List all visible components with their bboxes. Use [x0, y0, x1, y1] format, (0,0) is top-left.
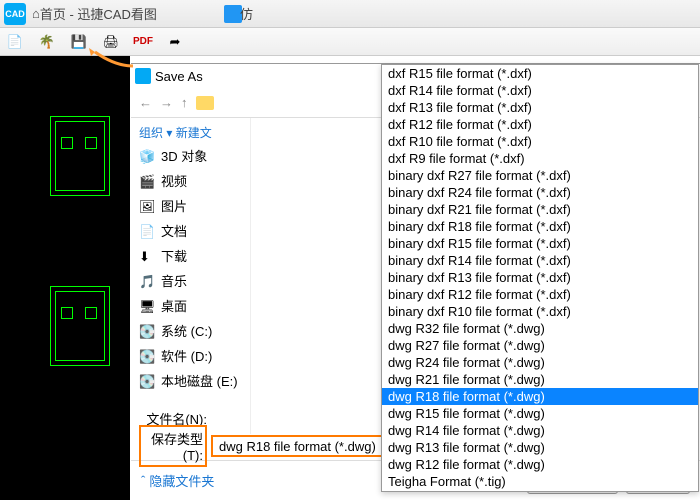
- sidebar-item-icon: 🧊: [139, 149, 155, 163]
- sidebar-item-icon: 🎬: [139, 174, 155, 188]
- format-option[interactable]: binary dxf R13 file format (*.dxf): [382, 269, 698, 286]
- dialog-icon: [135, 68, 151, 84]
- format-option[interactable]: binary dxf R15 file format (*.dxf): [382, 235, 698, 252]
- format-option[interactable]: binary dxf R21 file format (*.dxf): [382, 201, 698, 218]
- sidebar-item-label: 桌面: [161, 296, 187, 315]
- sidebar-item[interactable]: 🖥 桌面: [131, 293, 250, 318]
- sidebar-item-label: 文档: [161, 221, 187, 240]
- format-option[interactable]: dxf R9 file format (*.dxf): [382, 150, 698, 167]
- format-option[interactable]: dwg R12 file format (*.dwg): [382, 456, 698, 473]
- format-option[interactable]: dwg R15 file format (*.dwg): [382, 405, 698, 422]
- new-doc-icon[interactable]: 📄: [6, 33, 24, 51]
- save-as-dialog: Save As ← → ↑ 组织 ▾ 新建文 🧊 3D 对象 🎬 视频 🖼 图片 📄 文档 ⬇ 下…: [131, 63, 700, 500]
- sidebar-item[interactable]: 💽 本地磁盘 (E:): [131, 368, 250, 393]
- home-breadcrumb[interactable]: ⌂ 首页 - 迅捷CAD看图: [32, 4, 157, 23]
- palm-icon[interactable]: 🌴: [38, 33, 56, 51]
- format-option[interactable]: dwg R13 file format (*.dwg): [382, 439, 698, 456]
- format-option[interactable]: dxf R10 file format (*.dxf): [382, 133, 698, 150]
- filetype-value: dwg R18 file format (*.dwg): [219, 439, 376, 454]
- chevron-up-icon: ˆ: [141, 473, 145, 488]
- format-dropdown[interactable]: dxf R15 file format (*.dxf)dxf R14 file …: [381, 64, 699, 492]
- sidebar-item-label: 音乐: [161, 271, 187, 290]
- nav-up-icon[interactable]: ↑: [181, 95, 188, 110]
- dialog-title: Save As: [155, 69, 203, 84]
- sidebar-item[interactable]: 🖼 图片: [131, 193, 250, 218]
- sim-label: 仿: [240, 4, 253, 23]
- sidebar-item-label: 3D 对象: [161, 146, 207, 165]
- sidebar-item-icon: 🎵: [139, 274, 155, 288]
- sidebar-item[interactable]: 💽 系统 (C:): [131, 318, 250, 343]
- format-option[interactable]: dwg R32 file format (*.dwg): [382, 320, 698, 337]
- format-option[interactable]: Drawings Stream Format (*.dsf): [382, 490, 698, 492]
- filetype-label: 保存类型(T):: [139, 425, 207, 467]
- format-option[interactable]: dwg R14 file format (*.dwg): [382, 422, 698, 439]
- format-option[interactable]: binary dxf R18 file format (*.dxf): [382, 218, 698, 235]
- sidebar-item[interactable]: 📄 文档: [131, 218, 250, 243]
- sidebar-item-icon: ⬇: [139, 249, 155, 263]
- app-title: 首页 - 迅捷CAD看图: [40, 4, 157, 23]
- sidebar-item-label: 视频: [161, 171, 187, 190]
- format-option[interactable]: dxf R15 file format (*.dxf): [382, 65, 698, 82]
- format-option[interactable]: dwg R27 file format (*.dwg): [382, 337, 698, 354]
- sidebar-item-icon: 📄: [139, 224, 155, 238]
- format-option[interactable]: dwg R24 file format (*.dwg): [382, 354, 698, 371]
- hide-folders-toggle[interactable]: ˆ 隐藏文件夹: [141, 471, 214, 490]
- nav-fwd-icon[interactable]: →: [160, 95, 173, 110]
- format-option[interactable]: dwg R21 file format (*.dwg): [382, 371, 698, 388]
- sidebar-item[interactable]: ⬇ 下载: [131, 243, 250, 268]
- format-option[interactable]: binary dxf R27 file format (*.dxf): [382, 167, 698, 184]
- pdf-icon[interactable]: PDF: [134, 33, 152, 51]
- sidebar-item-icon: 💽: [139, 374, 155, 388]
- cad-canvas[interactable]: [0, 56, 130, 500]
- format-option[interactable]: dxf R14 file format (*.dxf): [382, 82, 698, 99]
- sidebar-item[interactable]: 🧊 3D 对象: [131, 143, 250, 168]
- sidebar-item-icon: 🖥: [139, 299, 155, 313]
- titlebar: CAD ⌂ 首页 - 迅捷CAD看图 仿: [0, 0, 700, 28]
- sidebar-item-icon: 💽: [139, 349, 155, 363]
- sidebar-item[interactable]: 💽 软件 (D:): [131, 343, 250, 368]
- format-option[interactable]: dxf R13 file format (*.dxf): [382, 99, 698, 116]
- nav-back-icon[interactable]: ←: [139, 95, 152, 110]
- sidebar-item-label: 本地磁盘 (E:): [161, 371, 238, 390]
- app-icon: CAD: [4, 3, 26, 25]
- sidebar-item-label: 软件 (D:): [161, 346, 212, 365]
- sidebar-item[interactable]: 🎵 音乐: [131, 268, 250, 293]
- callout-arrow: [85, 48, 135, 68]
- format-option[interactable]: binary dxf R10 file format (*.dxf): [382, 303, 698, 320]
- sidebar-item-label: 系统 (C:): [161, 321, 212, 340]
- sidebar-item-icon: 🖼: [139, 199, 155, 213]
- home-icon: ⌂: [32, 6, 40, 21]
- sidebar-item-label: 图片: [161, 196, 187, 215]
- sidebar-item-label: 下载: [161, 246, 187, 265]
- format-option[interactable]: binary dxf R24 file format (*.dxf): [382, 184, 698, 201]
- sidebar: 组织 ▾ 新建文 🧊 3D 对象 🎬 视频 🖼 图片 📄 文档 ⬇ 下载 🎵 音乐 🖥 桌面 💽 系统 (C:…: [131, 118, 251, 434]
- sidebar-item[interactable]: 🎬 视频: [131, 168, 250, 193]
- format-option[interactable]: dwg R18 file format (*.dwg): [382, 388, 698, 405]
- sidebar-item-icon: 💽: [139, 324, 155, 338]
- format-option[interactable]: binary dxf R14 file format (*.dxf): [382, 252, 698, 269]
- format-option[interactable]: Teigha Format (*.tig): [382, 473, 698, 490]
- share-icon[interactable]: ➦: [166, 33, 184, 51]
- format-option[interactable]: dxf R12 file format (*.dxf): [382, 116, 698, 133]
- folder-icon: [196, 96, 214, 110]
- format-option[interactable]: binary dxf R12 file format (*.dxf): [382, 286, 698, 303]
- sidebar-header[interactable]: 组织 ▾ 新建文: [131, 122, 250, 143]
